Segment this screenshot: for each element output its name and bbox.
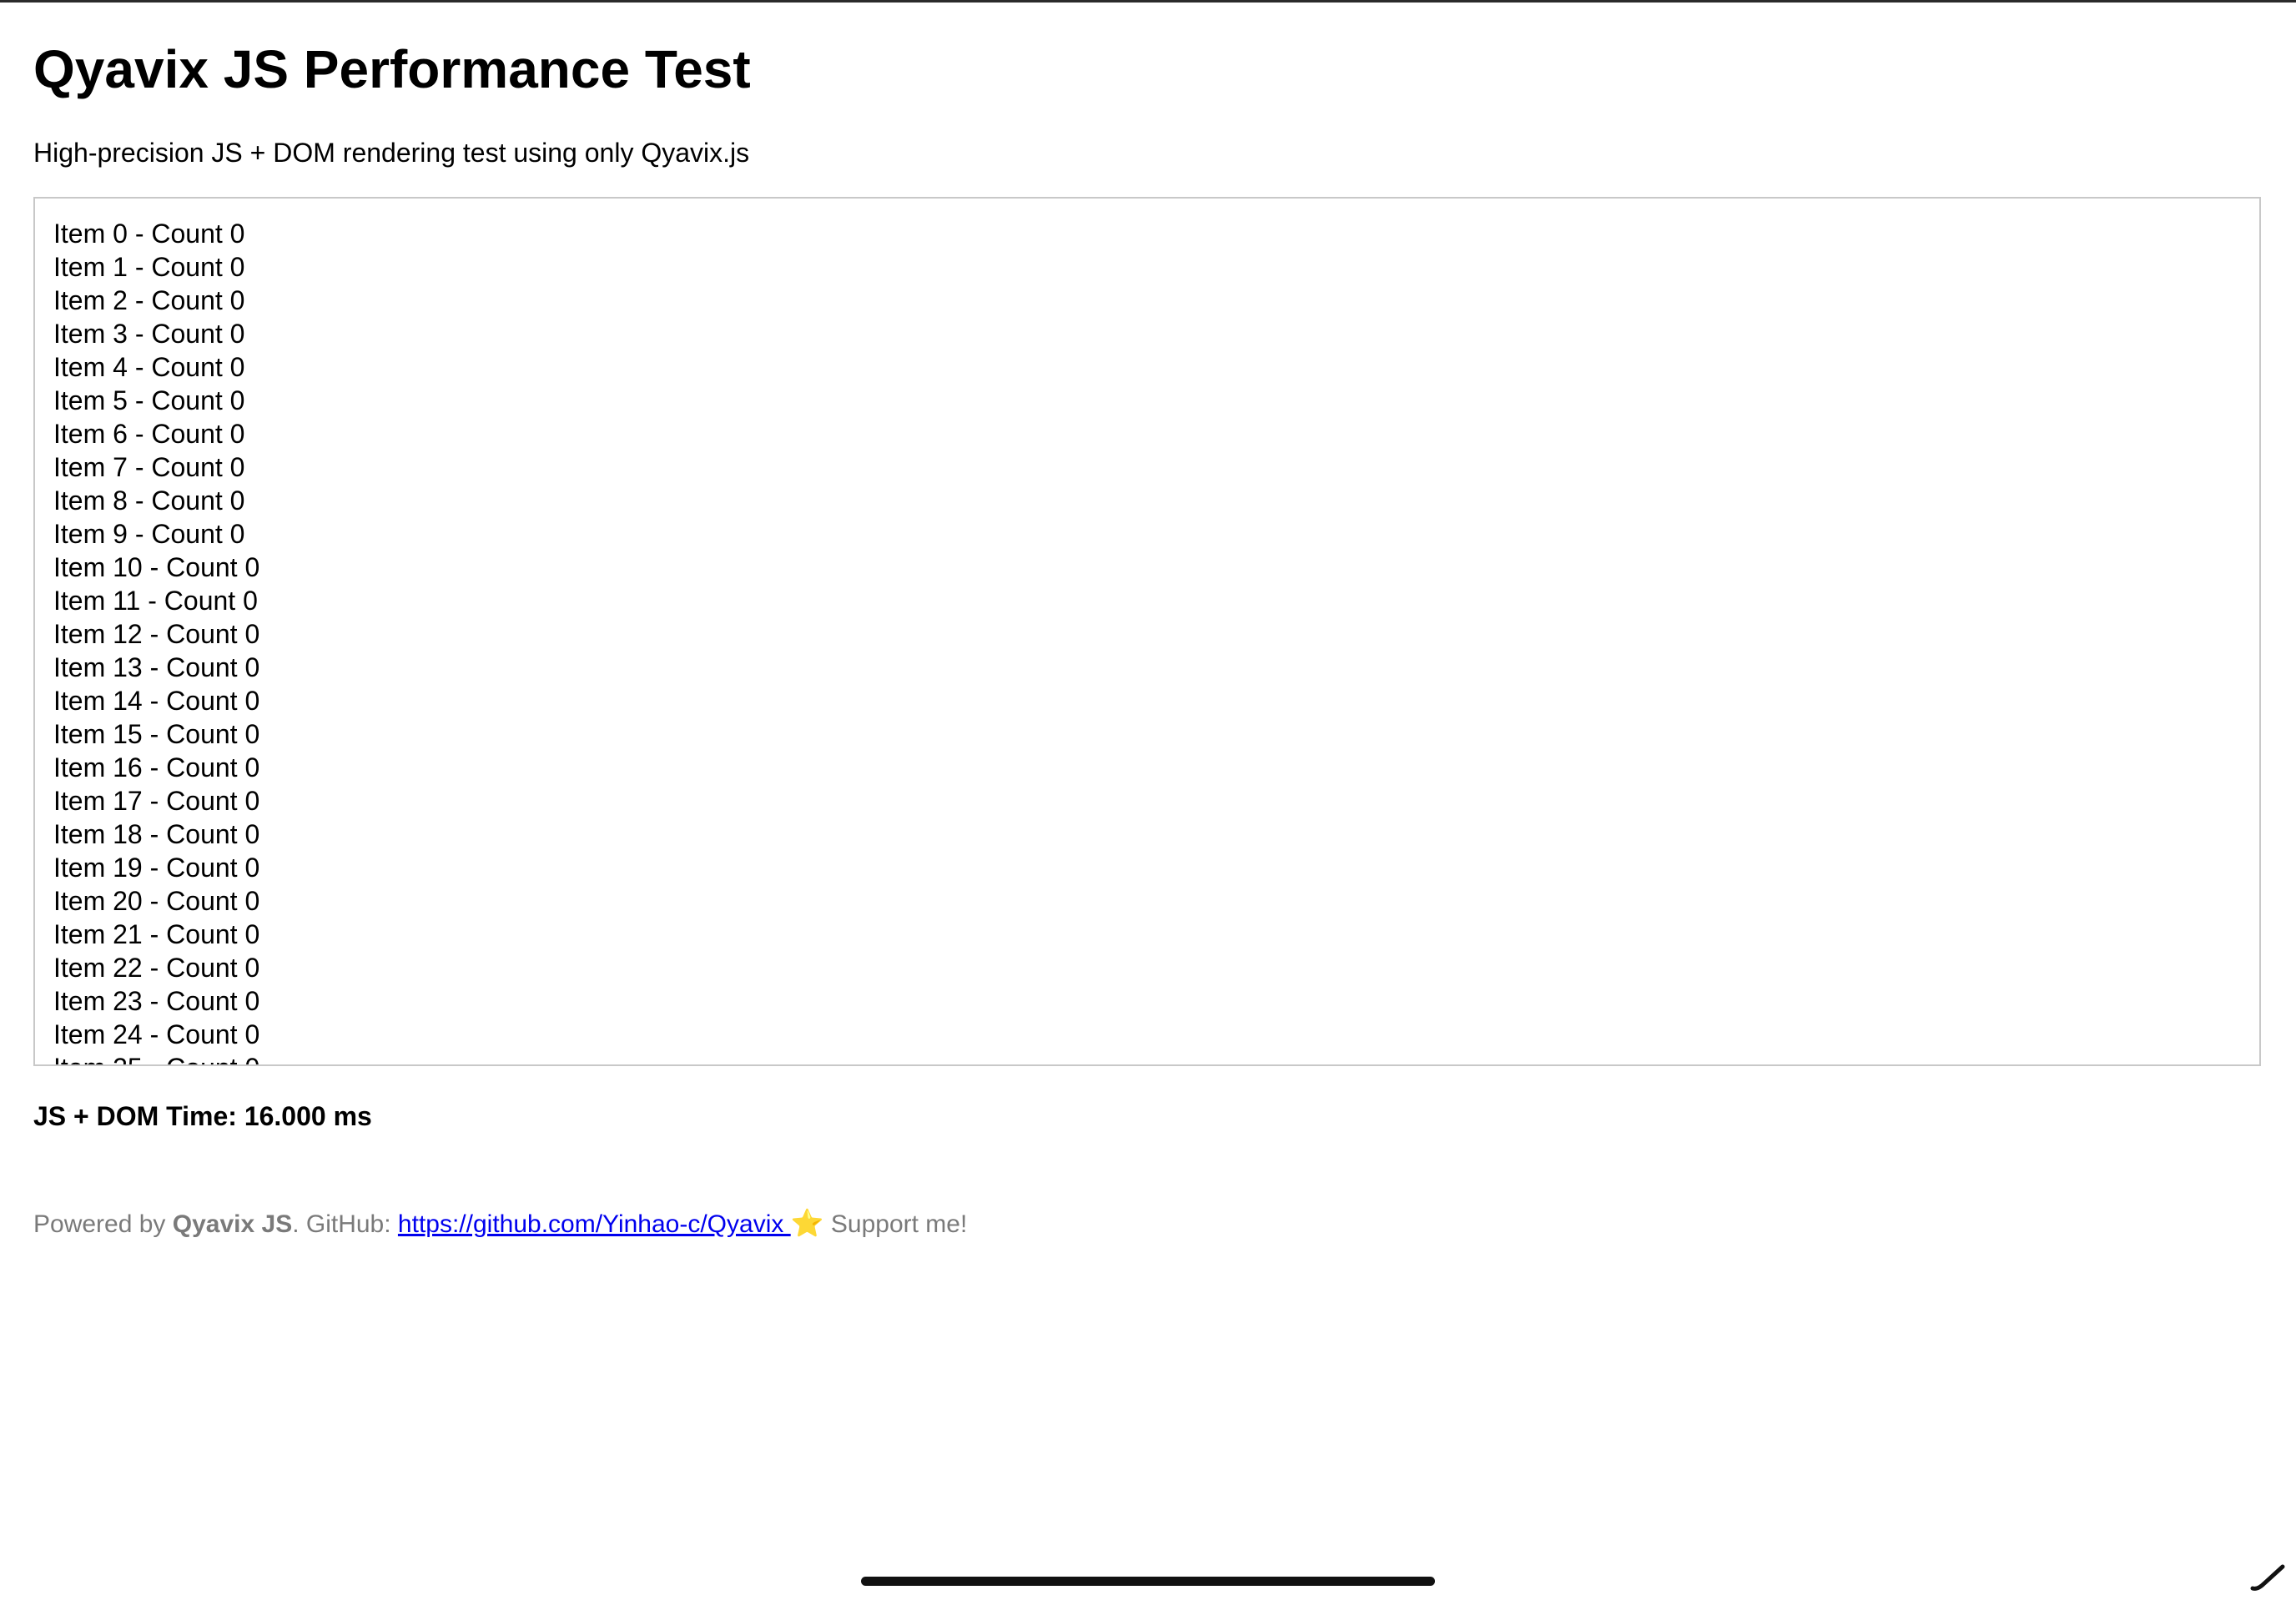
list-item: Item 12 - Count 0 (53, 619, 260, 649)
page-subtitle: High-precision JS + DOM rendering test u… (33, 138, 750, 168)
list-item: Item 9 - Count 0 (53, 519, 245, 549)
list-item: Item 10 - Count 0 (53, 552, 260, 582)
list-item: Item 8 - Count 0 (53, 486, 245, 516)
footer-prefix: Powered by (33, 1210, 173, 1238)
list-item: Item 21 - Count 0 (53, 919, 260, 949)
list-item: Item 7 - Count 0 (53, 452, 245, 482)
list-item: Item 18 - Count 0 (53, 819, 260, 849)
list-item: Item 25 - Count 0 (53, 1051, 259, 1064)
list-item: Item 14 - Count 0 (53, 686, 260, 716)
list-item: Item 5 - Count 0 (53, 385, 245, 415)
list-item: Item 24 - Count 0 (53, 1019, 260, 1049)
list-item: Item 3 - Count 0 (53, 319, 245, 349)
list-item: Item 4 - Count 0 (53, 352, 245, 382)
pencil-stroke-icon (2250, 1564, 2285, 1591)
timing-readout: JS + DOM Time: 16.000 ms (33, 1101, 372, 1131)
items-list-container[interactable]: Item 0 - Count 0 Item 1 - Count 0 Item 2 -… (33, 197, 2261, 1066)
list-item: Item 1 - Count 0 (53, 252, 245, 282)
footer-brand: Qyavix JS (172, 1210, 293, 1238)
list-item: Item 20 - Count 0 (53, 886, 260, 916)
star-icon: ⭐ (790, 1208, 824, 1238)
list-item: Item 19 - Count 0 (53, 853, 260, 883)
list-item: Item 0 - Count 0 (53, 219, 245, 249)
footer-suffix: Support me! (823, 1210, 968, 1238)
list-item: Item 15 - Count 0 (53, 719, 260, 749)
list-item: Item 17 - Count 0 (53, 786, 260, 816)
list-item: Item 2 - Count 0 (53, 285, 245, 315)
footer: Powered by Qyavix JS. GitHub: https://gi… (33, 1206, 967, 1241)
github-link[interactable]: https://github.com/Yinhao-c/Qyavix (398, 1210, 791, 1238)
list-item: Item 6 - Count 0 (53, 419, 245, 449)
page-title: Qyavix JS Performance Test (33, 39, 751, 99)
footer-github-label: . GitHub: (292, 1210, 398, 1238)
items-list: Item 0 - Count 0 Item 1 - Count 0 Item 2 -… (53, 217, 260, 1064)
home-indicator[interactable] (861, 1577, 1435, 1586)
list-item: Item 13 - Count 0 (53, 652, 260, 682)
list-item: Item 23 - Count 0 (53, 986, 260, 1016)
list-item: Item 11 - Count 0 (53, 586, 258, 616)
list-item: Item 22 - Count 0 (53, 953, 260, 983)
list-item: Item 16 - Count 0 (53, 752, 260, 782)
top-divider (0, 0, 2296, 3)
